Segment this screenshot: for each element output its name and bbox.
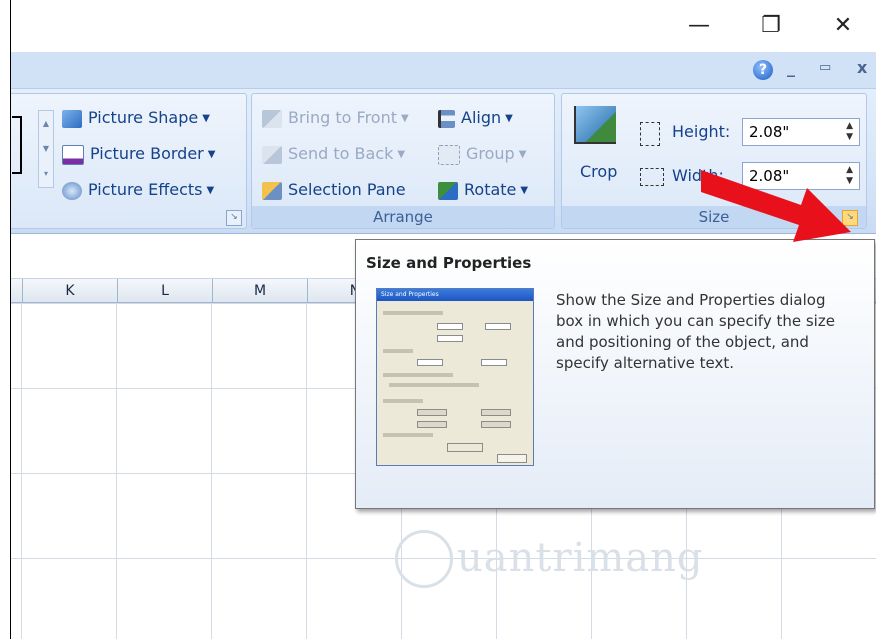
dropdown-icon: ▼ bbox=[520, 184, 529, 196]
workbook-restore-button[interactable]: ▭ bbox=[819, 60, 831, 75]
workbook-close-button[interactable]: x bbox=[857, 58, 867, 77]
align-button[interactable]: Align ▼ bbox=[438, 106, 513, 130]
ribbon-tab-row: ? _ ▭ x bbox=[11, 52, 876, 89]
arrange-group-label: Arrange bbox=[252, 206, 554, 228]
watermark-bulb-icon bbox=[395, 530, 453, 588]
group-icon bbox=[438, 144, 460, 165]
column-header-k[interactable]: K bbox=[23, 279, 118, 303]
height-label: Height: bbox=[672, 122, 731, 141]
column-header-l[interactable]: L bbox=[118, 279, 213, 303]
selection-pane-button[interactable]: Selection Pane bbox=[262, 178, 406, 202]
minimize-button[interactable]: — bbox=[679, 8, 719, 44]
gallery-scroll[interactable]: ▲ ▼ ▾ bbox=[38, 110, 54, 188]
arrange-group: Bring to Front ▼ Send to Back ▼ Selection … bbox=[251, 93, 555, 229]
selection-pane-icon bbox=[262, 181, 282, 200]
dropdown-icon: ▼ bbox=[505, 112, 513, 124]
picture-shape-button[interactable]: Picture Shape ▼ bbox=[62, 106, 210, 130]
preview-title: Size and Properties bbox=[377, 289, 533, 301]
height-spinner-icon[interactable]: ▲ ▼ bbox=[846, 121, 853, 143]
picture-border-button[interactable]: Picture Border ▼ bbox=[62, 142, 215, 166]
dialog-preview-image: Size and Properties bbox=[376, 288, 534, 466]
tooltip-description: Show the Size and Properties dialog box … bbox=[556, 291, 835, 372]
rotate-button[interactable]: Rotate ▼ bbox=[438, 178, 528, 202]
picture-effects-icon bbox=[62, 181, 82, 200]
dropdown-icon: ▼ bbox=[518, 148, 527, 160]
width-icon bbox=[640, 168, 664, 186]
height-input[interactable]: 2.08" ▲ ▼ bbox=[742, 118, 860, 146]
picture-styles-launcher-icon[interactable]: ↘ bbox=[226, 210, 242, 226]
picture-shape-icon bbox=[62, 109, 82, 128]
title-bar: — ❐ ✕ bbox=[11, 0, 876, 52]
column-header[interactable] bbox=[11, 279, 23, 303]
tooltip-title: Size and Properties bbox=[366, 254, 532, 272]
dropdown-icon: ▼ bbox=[206, 184, 215, 196]
app-window: — ❐ ✕ ? _ ▭ x ▲ ▼ ▾ Picture Shape ▼ Picture… bbox=[10, 0, 876, 639]
rotate-icon bbox=[438, 181, 458, 200]
restore-button[interactable]: ❐ bbox=[751, 8, 791, 44]
close-button[interactable]: ✕ bbox=[823, 8, 863, 44]
bring-to-front-icon bbox=[262, 109, 282, 128]
picture-effects-button[interactable]: Picture Effects ▼ bbox=[62, 178, 214, 202]
workbook-minimize-button[interactable]: _ bbox=[787, 58, 795, 77]
dropdown-icon: ▼ bbox=[397, 148, 406, 160]
send-to-back-icon bbox=[262, 145, 282, 164]
red-arrow-icon bbox=[701, 170, 851, 242]
dropdown-icon: ▼ bbox=[401, 112, 409, 124]
column-header-m[interactable]: M bbox=[213, 279, 308, 303]
style-gallery-edge bbox=[12, 116, 22, 174]
picture-border-icon bbox=[62, 144, 84, 165]
group-button[interactable]: Group ▼ bbox=[438, 142, 526, 166]
watermark-text: uantrimang bbox=[457, 535, 704, 581]
dropdown-icon: ▼ bbox=[207, 148, 216, 160]
help-icon[interactable]: ? bbox=[753, 60, 773, 80]
crop-icon bbox=[574, 106, 616, 144]
picture-styles-group: ▲ ▼ ▾ Picture Shape ▼ Picture Border ▼ Pictu… bbox=[11, 93, 247, 229]
align-icon bbox=[438, 109, 455, 128]
height-icon bbox=[640, 122, 660, 146]
bring-to-front-button[interactable]: Bring to Front ▼ bbox=[262, 106, 409, 130]
crop-button[interactable]: Crop bbox=[580, 160, 617, 184]
send-to-back-button[interactable]: Send to Back ▼ bbox=[262, 142, 405, 166]
dropdown-icon: ▼ bbox=[202, 112, 210, 124]
size-properties-tooltip: Size and Properties Size and Properties … bbox=[355, 239, 875, 509]
